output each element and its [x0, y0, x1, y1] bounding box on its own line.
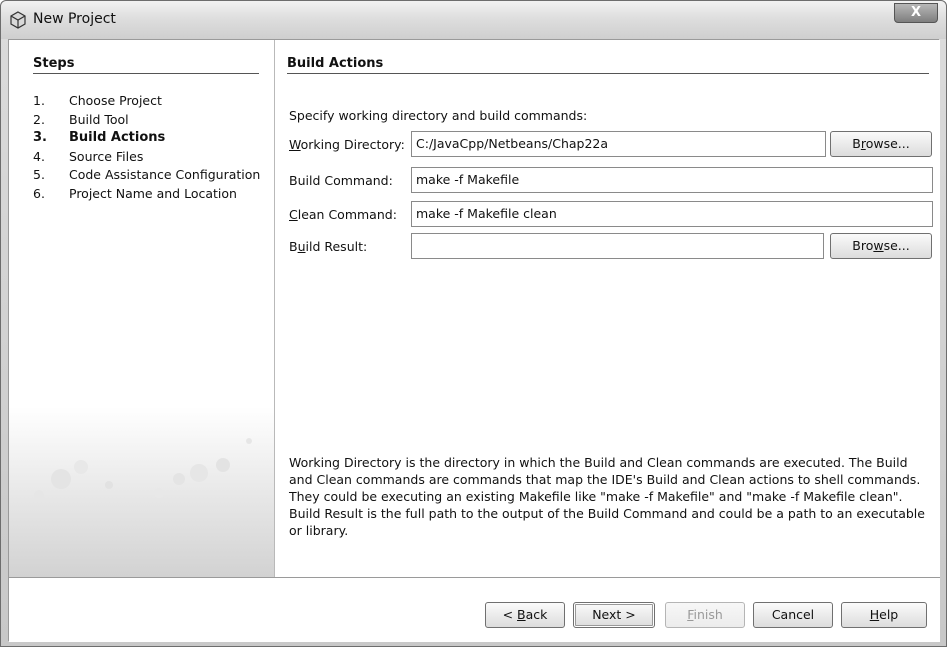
help-description: Working Directory is the directory in wh… — [289, 455, 925, 538]
browse-working-directory-button[interactable]: Browse... — [830, 131, 932, 157]
browse-build-result-button[interactable]: Browse... — [830, 233, 932, 259]
step-item: 5. Code Assistance Configuration — [33, 166, 263, 183]
build-result-row: Build Result: — [289, 233, 824, 259]
title-bar[interactable]: New Project X — [1, 1, 946, 39]
steps-header: Steps — [33, 56, 259, 74]
working-directory-row: Working Directory: C:/JavaCpp/Netbeans/C… — [289, 131, 826, 157]
working-directory-label: Working Directory: — [289, 136, 405, 152]
build-command-row: Build Command: make -f Makefile — [289, 167, 933, 193]
instruction-text: Specify working directory and build comm… — [289, 108, 588, 123]
step-item-current: 3. Build Actions — [33, 129, 263, 146]
clean-command-row: Clean Command: make -f Makefile clean — [289, 201, 933, 227]
dialog-content: Steps 1. Choose Project 2. Build Tool 3.… — [8, 39, 940, 642]
step-number: 5. — [33, 167, 45, 182]
step-item: 2. Build Tool — [33, 111, 263, 128]
clean-command-label: Clean Command: — [289, 206, 397, 222]
step-label: Project Name and Location — [69, 185, 237, 201]
window-title: New Project — [33, 11, 116, 27]
step-item: 1. Choose Project — [33, 92, 263, 109]
build-result-label: Build Result: — [289, 238, 368, 254]
step-label: Choose Project — [69, 93, 162, 108]
build-result-field[interactable] — [411, 233, 824, 259]
working-directory-field[interactable]: C:/JavaCpp/Netbeans/Chap22a — [411, 131, 826, 157]
button-bar: < Back Next > Finish Cancel Help — [9, 578, 940, 642]
step-label: Build Actions — [69, 130, 166, 145]
step-label: Source Files — [69, 148, 144, 164]
help-button[interactable]: Help — [841, 602, 927, 628]
build-actions-panel: Build Actions Specify working directory … — [275, 40, 940, 577]
panel-title: Build Actions — [287, 56, 929, 74]
step-label: Code Assistance Configuration — [69, 167, 261, 182]
build-command-label: Build Command: — [289, 172, 393, 188]
steps-list: 1. Choose Project 2. Build Tool 3. Build… — [33, 92, 263, 203]
step-label: Build Tool — [69, 111, 129, 127]
close-icon: X — [910, 5, 922, 20]
close-button[interactable]: X — [894, 3, 938, 23]
new-project-dialog: New Project X Steps 1. Choose Project 2.… — [0, 0, 947, 647]
step-item: 6. Project Name and Location — [33, 185, 263, 202]
step-number: 3. — [33, 130, 47, 145]
back-button[interactable]: < Back — [485, 602, 565, 628]
build-command-field[interactable]: make -f Makefile — [411, 167, 933, 193]
clean-command-field[interactable]: make -f Makefile clean — [411, 201, 933, 227]
step-number: 1. — [33, 93, 45, 108]
step-number: 2. — [33, 111, 45, 127]
step-number: 6. — [33, 185, 45, 201]
decorative-bubbles — [34, 438, 252, 500]
finish-button[interactable]: Finish — [665, 602, 745, 628]
step-number: 4. — [33, 148, 45, 164]
netbeans-cube-icon — [10, 11, 26, 29]
next-button[interactable]: Next > — [573, 602, 655, 628]
cancel-button[interactable]: Cancel — [753, 602, 833, 628]
step-item: 4. Source Files — [33, 148, 263, 165]
steps-panel: Steps 1. Choose Project 2. Build Tool 3.… — [9, 40, 274, 577]
